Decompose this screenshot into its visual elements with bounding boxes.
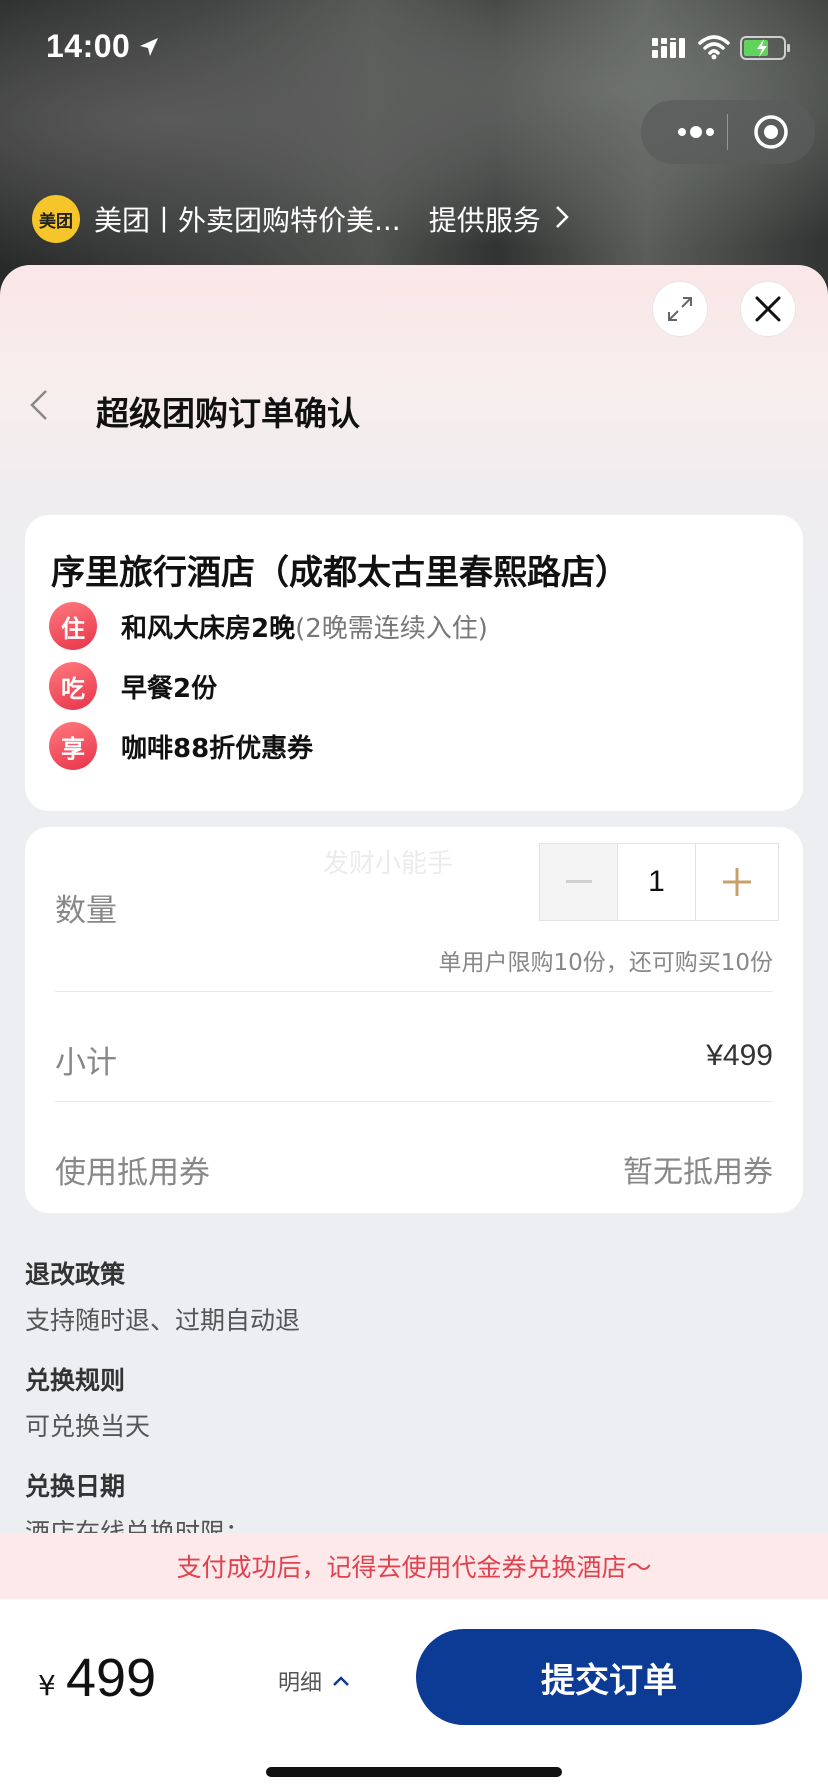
expand-icon (668, 297, 692, 321)
location-arrow-icon (138, 36, 160, 62)
policy-title: 兑换日期 (25, 1472, 126, 1501)
close-button[interactable] (740, 281, 796, 337)
policy-redeem-rule: 兑换规则 可兑换当天 (25, 1361, 150, 1443)
total-price: 499 (66, 1648, 157, 1708)
purchase-limit-text: 单用户限购10份，还可购买10份 (438, 950, 773, 976)
voucher-value[interactable]: 暂无抵用券 (623, 1147, 773, 1191)
close-icon (755, 296, 781, 322)
price-detail-toggle[interactable]: 明细 (278, 1665, 350, 1697)
policy-title: 退改政策 (25, 1260, 126, 1289)
watermark: 发财小能手 (323, 849, 454, 879)
benefit-badge: 住 (49, 602, 97, 650)
back-chevron-icon (30, 390, 47, 420)
bottom-bar: ¥ 499 明细 提交订单 (0, 1599, 828, 1792)
hotel-name: 序里旅行酒店（成都太古里春熙路店） (51, 553, 629, 593)
quantity-label: 数量 (55, 893, 117, 929)
voucher-label[interactable]: 使用抵用券 (55, 1147, 210, 1192)
order-card: 发财小能手 数量 1 单用户限购10份，还可购买10份 小计 ¥499 使用抵用… (25, 827, 803, 1213)
battery-icon (740, 36, 792, 64)
quantity-value[interactable]: 1 (618, 844, 696, 920)
detail-label: 明细 (278, 1671, 323, 1696)
close-miniprogram-icon[interactable] (753, 114, 789, 154)
increase-button[interactable] (696, 844, 778, 920)
benefit-badge: 享 (49, 722, 97, 770)
policy-refund: 退改政策 支持随时退、过期自动退 (25, 1255, 300, 1337)
hotel-card: 序里旅行酒店（成都太古里春熙路店） 住 和风大床房2晚(2晚需连续入住) 吃 早… (25, 515, 803, 811)
wifi-icon (698, 34, 730, 64)
more-icon[interactable] (677, 120, 715, 148)
subtotal-value: ¥499 (706, 1039, 773, 1072)
plus-icon (723, 868, 751, 896)
submit-order-button[interactable]: 提交订单 (416, 1629, 802, 1725)
provider-logo: 美团 (32, 195, 80, 243)
expand-button[interactable] (652, 281, 708, 337)
cellular-signal-icon (652, 38, 688, 64)
price-currency: ¥ (38, 1669, 56, 1702)
divider (55, 1101, 773, 1102)
policy-title: 兑换规则 (25, 1366, 126, 1395)
policy-text: 可兑换当天 (25, 1412, 151, 1441)
benefit-badge: 吃 (49, 662, 97, 710)
payment-notice-banner: 支付成功后，记得去使用代金券兑换酒店～ (0, 1533, 828, 1599)
benefit-text: 咖啡88折优惠券 (121, 733, 314, 764)
benefit-coupon: 享 咖啡88折优惠券 (49, 721, 313, 771)
home-indicator (266, 1767, 562, 1777)
back-button[interactable] (26, 387, 56, 427)
chevron-up-icon (333, 1676, 349, 1686)
benefit-text: 和风大床房2晚(2晚需连续入住) (121, 613, 488, 644)
benefit-text: 早餐2份 (121, 673, 218, 704)
minus-icon (565, 880, 592, 883)
provider-suffix: 提供服务 (428, 204, 541, 237)
subtotal-label: 小计 (55, 1045, 117, 1081)
benefit-note: (2晚需连续入住) (295, 613, 488, 644)
status-bar: 14:00 (0, 0, 828, 100)
benefit-meal: 吃 早餐2份 (49, 661, 217, 711)
decrease-button[interactable] (540, 844, 618, 920)
quantity-stepper: 1 (539, 843, 779, 921)
page-title: 超级团购订单确认 (96, 394, 360, 433)
provider-row[interactable]: 美团 美团丨外卖团购特价美... 提供服务 (32, 193, 569, 245)
provider-name: 美团丨外卖团购特价美... (94, 204, 401, 237)
status-time: 14:00 (46, 28, 131, 64)
chevron-right-icon (555, 205, 569, 233)
benefit-stay: 住 和风大床房2晚(2晚需连续入住) (49, 601, 488, 651)
policy-text: 支持随时退、过期自动退 (25, 1306, 301, 1335)
miniprogram-capsule (641, 100, 815, 164)
divider (55, 991, 773, 992)
capsule-divider (727, 114, 728, 150)
